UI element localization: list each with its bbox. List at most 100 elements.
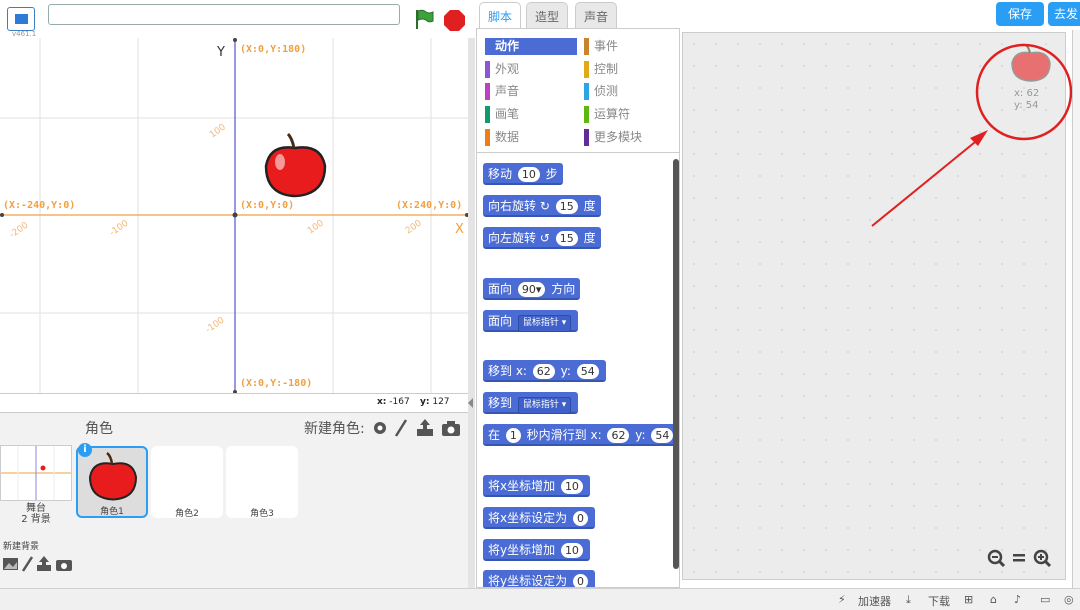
camera-sprite-icon[interactable] [442, 421, 460, 436]
block-turn-left[interactable]: 向左旋转 ↺ 15 度 [483, 227, 601, 249]
pane-splitter[interactable] [468, 38, 475, 588]
tab-costumes[interactable]: 造型 [526, 2, 569, 28]
annotation-circle [975, 43, 1073, 141]
block-turn-right[interactable]: 向右旋转 ↻ 15 度 [483, 195, 601, 217]
stage-toolbar: v461.1 [0, 0, 472, 38]
y-axis-label: Y [216, 45, 225, 60]
tick-x-minus-100: -100 [108, 218, 131, 238]
sprite-name: 角色3 [250, 509, 274, 519]
tick-labels: 100 -100 -200 -100 100 200 [8, 122, 424, 335]
category-events[interactable]: 事件 [584, 38, 676, 55]
zoom-in-icon[interactable] [1033, 549, 1052, 568]
category-data[interactable]: 数据 [485, 129, 577, 146]
category-operators[interactable]: 运算符 [584, 106, 676, 123]
info-icon[interactable]: i [78, 443, 92, 457]
green-flag-button[interactable] [413, 8, 435, 30]
category-motion[interactable]: 动作 [485, 38, 577, 55]
green-flag-icon [417, 9, 434, 23]
red-annotation [871, 43, 1073, 227]
stop-icon [444, 10, 465, 31]
sprite-header: 角色 新建角色: [0, 413, 468, 441]
x-axis-label: X [455, 222, 464, 237]
paint-sprite-icon[interactable] [394, 419, 408, 437]
block-move-steps[interactable]: 移动 10 步 [483, 163, 563, 185]
trash-icon[interactable]: ⌂ [990, 593, 997, 606]
tab-sounds[interactable]: 声音 [575, 2, 618, 28]
sprite-name: 角色1 [100, 507, 124, 517]
sprite-name: 角色2 [175, 509, 199, 519]
sprite-card-3[interactable]: 角色3 [226, 446, 298, 519]
coord-left-label: (X:-240,Y:0) [3, 200, 75, 211]
stage[interactable]: Y X (X:0,Y:180) (X:-240,Y:0) (X:0,Y:0) (… [0, 38, 470, 394]
browser-statusbar: ⚡ 加速器 ⤓ 下载 ⊞ ⌂ ♪ ▭ ◎ [0, 588, 1080, 610]
accelerator-label[interactable]: 加速器 [858, 593, 891, 609]
download-icon[interactable]: ⤓ [906, 593, 911, 607]
top-edge-dot [233, 38, 237, 42]
zoom-icon[interactable]: ◎ [1064, 593, 1074, 606]
stage-backdrop-count: 2 背景 [21, 514, 51, 525]
apple-thumbnail-icon [88, 452, 138, 501]
zoom-reset-icon[interactable] [1013, 554, 1025, 562]
save-button[interactable]: 保存 [996, 2, 1044, 26]
sprite-card-1[interactable]: 角色1 [76, 446, 148, 518]
stage-thumbnail[interactable] [0, 445, 72, 501]
new-backdrop-label: 新建背景 [3, 542, 40, 552]
camera-backdrop-icon[interactable] [56, 560, 72, 571]
project-title-input[interactable] [48, 4, 400, 25]
tick-y-100: 100 [208, 122, 228, 140]
block-set-y[interactable]: 将y坐标设定为 0 [483, 570, 595, 587]
block-palette: 动作 事件 外观 控制 声音 侦测 画笔 运算符 数据 更多模块 移动 10 步… [476, 28, 680, 588]
zoom-out-icon[interactable] [987, 549, 1006, 568]
block-set-x[interactable]: 将x坐标设定为 0 [483, 507, 595, 529]
category-looks[interactable]: 外观 [485, 61, 577, 78]
stage-grid: Y X (X:0,Y:180) (X:-240,Y:0) (X:0,Y:0) (… [0, 38, 470, 393]
block-glide[interactable]: 在 1 秒内滑行到 x: 62 y: 54 [483, 424, 677, 446]
left-edge-dot [0, 213, 4, 217]
zoom-controls [987, 549, 1052, 568]
block-point-towards[interactable]: 面向 鼠标指针 ▾ [483, 310, 579, 332]
block-change-y[interactable]: 将y坐标增加 10 [483, 539, 590, 561]
collapse-arrow-icon[interactable] [468, 398, 473, 408]
choose-backdrop-icon[interactable] [3, 558, 18, 570]
grid-icon[interactable]: ⊞ [964, 593, 973, 606]
tick-x-100: 100 [306, 218, 326, 236]
tick-x-200: 200 [404, 218, 424, 236]
palette-scrollbar[interactable] [673, 159, 679, 569]
upload-sprite-icon[interactable] [417, 419, 433, 436]
block-change-x[interactable]: 将x坐标增加 10 [483, 475, 590, 497]
origin-dot [232, 212, 238, 218]
sprite-pane: 角色 新建角色: 舞台 2 背景 新建背景 角色1 角色2 角色3 [0, 412, 468, 588]
category-more-blocks[interactable]: 更多模块 [584, 129, 676, 146]
mouse-x-value: -167 [389, 397, 410, 407]
category-list: 动作 事件 外观 控制 声音 侦测 画笔 运算符 数据 更多模块 [477, 29, 679, 153]
category-pen[interactable]: 画笔 [485, 106, 577, 123]
stop-button[interactable] [444, 10, 465, 31]
annotation-arrow [871, 137, 981, 227]
block-goto-xy[interactable]: 移到 x: 62 y: 54 [483, 360, 606, 382]
new-backdrop-tools [3, 556, 72, 572]
mouse-coordinates: x: -167 y: 127 [0, 394, 470, 411]
publish-button[interactable]: 去发 [1048, 2, 1080, 26]
block-goto[interactable]: 移到 鼠标指针 ▾ [483, 392, 579, 414]
sprite-card-2[interactable]: 角色2 [151, 446, 223, 519]
coord-center-label: (X:0,Y:0) [240, 200, 294, 211]
category-sound[interactable]: 声音 [485, 83, 577, 100]
tab-scripts[interactable]: 脚本 [479, 2, 522, 28]
upload-backdrop-icon[interactable] [37, 556, 51, 571]
category-control[interactable]: 控制 [584, 61, 676, 78]
new-sprite-label: 新建角色: [304, 421, 365, 437]
sound-icon[interactable]: ♪ [1014, 593, 1021, 606]
fullscreen-button[interactable] [7, 7, 35, 31]
rotate-left-icon: ↺ [539, 231, 550, 245]
choose-sprite-icon[interactable] [374, 422, 386, 434]
coord-labels: (X:0,Y:180) (X:-240,Y:0) (X:0,Y:0) (X:24… [3, 44, 462, 389]
tick-x-minus-200: -200 [8, 220, 31, 240]
apple-sprite-icon[interactable] [264, 132, 327, 198]
block-point-direction[interactable]: 面向 90▾ 方向 [483, 278, 581, 300]
paint-backdrop-icon[interactable] [21, 556, 34, 572]
download-label[interactable]: 下载 [928, 593, 950, 609]
category-sensing[interactable]: 侦测 [584, 83, 676, 100]
window-icon[interactable]: ▭ [1040, 593, 1050, 606]
accelerator-icon[interactable]: ⚡ [838, 593, 846, 606]
right-panel-edge [1072, 30, 1080, 588]
